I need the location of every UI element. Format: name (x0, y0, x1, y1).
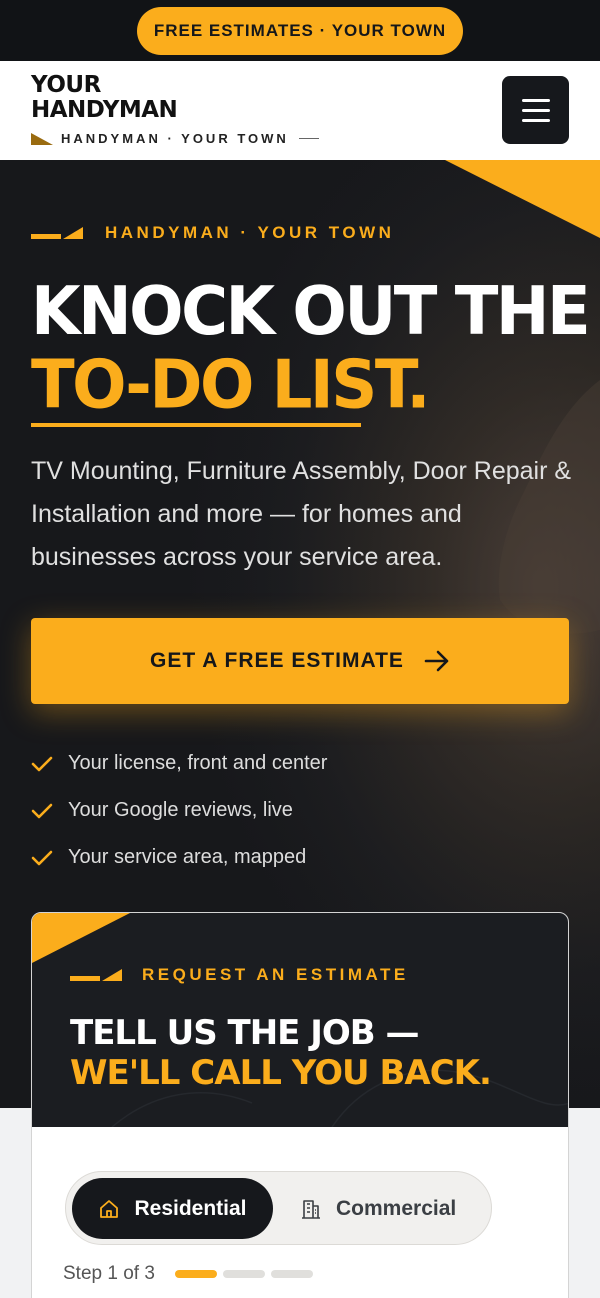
accent-wedge-icon (70, 969, 122, 981)
customer-type-toggle: Residential Commercial (65, 1171, 492, 1245)
check-item-text: Your Google reviews, live (68, 799, 293, 821)
cta-label: GET A FREE ESTIMATE (150, 649, 404, 672)
roof-wedge-icon (31, 132, 53, 145)
building-icon (302, 1199, 320, 1219)
step-indicator: Step 1 of 3 (63, 1263, 313, 1285)
title-underline (31, 423, 361, 427)
free-estimates-pill[interactable]: FREE ESTIMATES · YOUR TOWN (137, 6, 463, 55)
estimate-card-header: REQUEST AN ESTIMATE TELL US THE JOB — WE… (32, 913, 568, 1127)
check-item-text: Your license, front and center (68, 752, 328, 774)
house-icon (100, 1199, 119, 1218)
brand-line-1: YOUR (31, 72, 101, 98)
accent-corner (445, 160, 600, 238)
brand-logo[interactable]: YOUR HANDYMAN (31, 72, 178, 123)
brand-line-2: HANDYMAN (31, 97, 178, 123)
hamburger-menu-icon (521, 98, 550, 102)
residential-label: Residential (134, 1196, 247, 1220)
checkmark-icon (31, 850, 53, 865)
hero-lead: TV Mounting, Furniture Assembly, Door Re… (31, 457, 572, 571)
estimate-eyebrow: REQUEST AN ESTIMATE (70, 965, 409, 985)
step-bar-1 (174, 1270, 217, 1278)
arrow-right-icon (424, 650, 449, 672)
tagline-dash (298, 138, 319, 139)
announcement-bar: FREE ESTIMATES · YOUR TOWN (0, 0, 600, 61)
hero-title: KNOCK OUT THE TO-DO LIST. (31, 272, 591, 425)
check-item: Your service area, mapped (31, 834, 327, 881)
menu-button[interactable] (502, 76, 569, 144)
accent-wedge-icon (31, 227, 83, 239)
check-item-text: Your service area, mapped (68, 846, 307, 868)
site-header: YOUR HANDYMAN HANDYMAN · YOUR TOWN (0, 61, 600, 160)
step-bar-3 (270, 1270, 313, 1278)
commercial-label: Commercial (336, 1196, 457, 1220)
commercial-option[interactable]: Commercial (294, 1178, 484, 1239)
brand-tagline-text: HANDYMAN · YOUR TOWN (61, 131, 289, 146)
hero-title-line-2: TO-DO LIST. (31, 346, 431, 425)
estimate-card-title: TELL US THE JOB — WE'LL CALL YOU BACK. (70, 1013, 492, 1093)
hero-eyebrow-text: HANDYMAN · YOUR TOWN (105, 223, 395, 242)
free-estimate-button[interactable]: GET A FREE ESTIMATE (31, 618, 569, 704)
check-item: Your license, front and center (31, 740, 327, 787)
check-item: Your Google reviews, live (31, 787, 327, 834)
checkmark-icon (31, 756, 53, 771)
brand-tagline: HANDYMAN · YOUR TOWN (31, 131, 319, 146)
residential-option[interactable]: Residential (72, 1178, 273, 1239)
step-progress (174, 1270, 313, 1278)
hero-title-line-1: KNOCK OUT THE (31, 272, 591, 351)
checkmark-icon (31, 803, 53, 818)
step-label: Step 1 of 3 (63, 1263, 155, 1284)
feature-checklist: Your license, front and center Your Goog… (31, 740, 327, 881)
estimate-title-line-1: TELL US THE JOB — (70, 1013, 420, 1053)
estimate-request-card: REQUEST AN ESTIMATE TELL US THE JOB — WE… (31, 912, 569, 1298)
estimate-eyebrow-text: REQUEST AN ESTIMATE (142, 965, 409, 984)
estimate-title-line-2: WE'LL CALL YOU BACK. (70, 1053, 492, 1093)
hero-eyebrow: HANDYMAN · YOUR TOWN (31, 223, 394, 243)
step-bar-2 (222, 1270, 265, 1278)
